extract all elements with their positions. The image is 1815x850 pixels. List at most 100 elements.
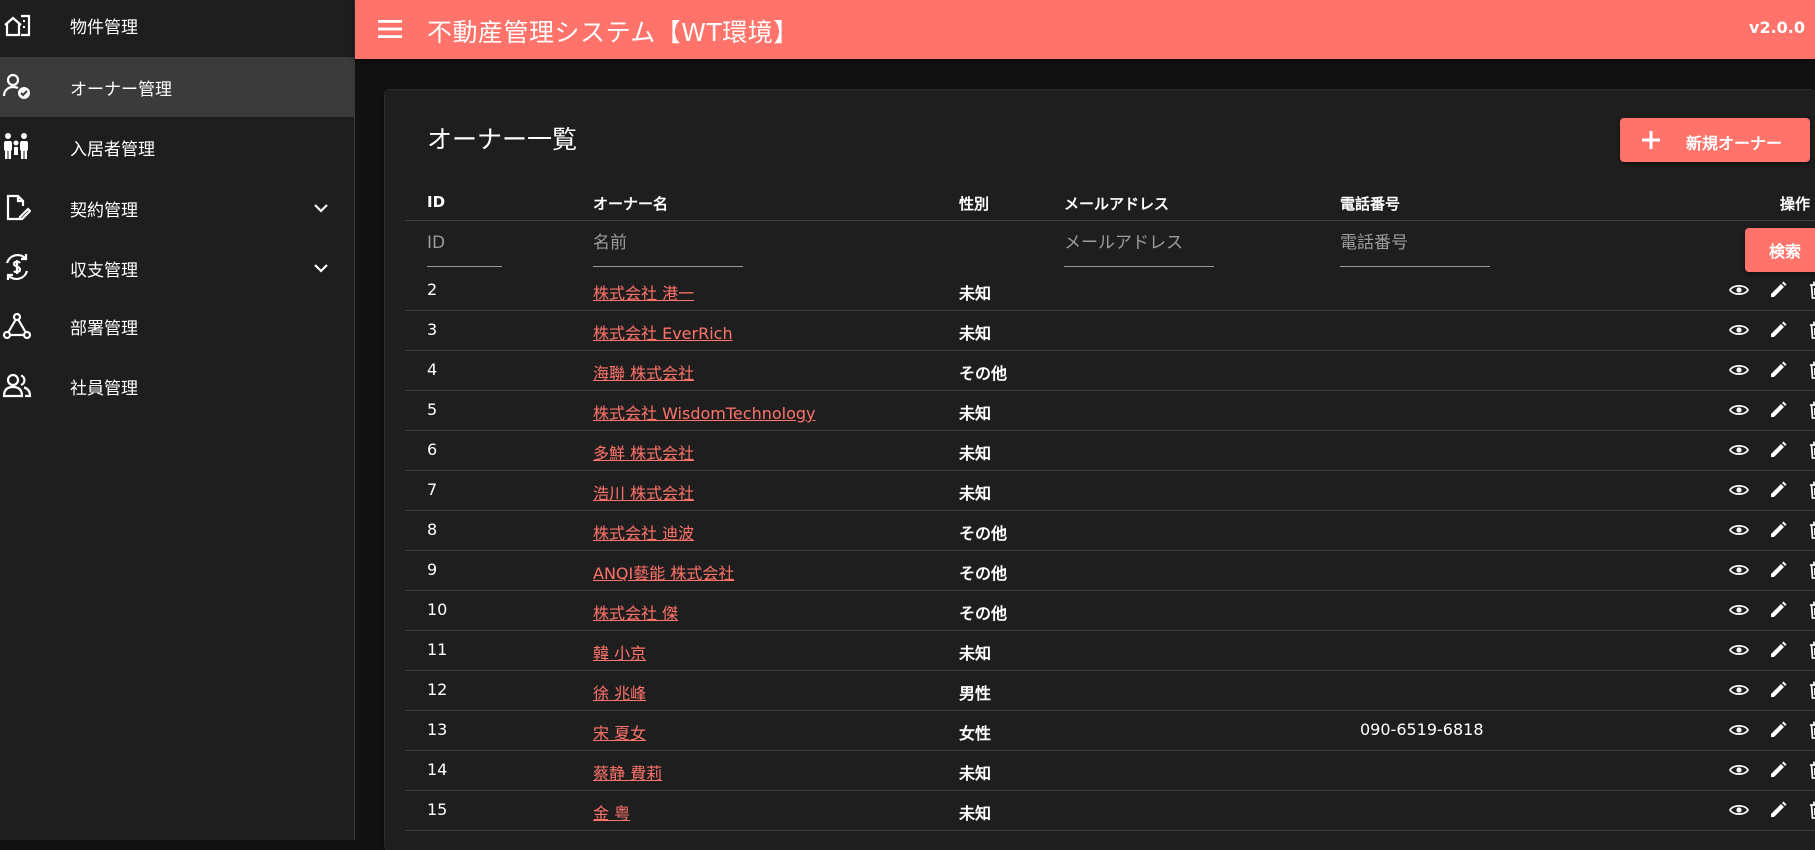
owner-name-link[interactable]: 多鮮 株式会社 [593,440,694,464]
edit-icon[interactable] [1767,600,1789,620]
id-filter-input[interactable] [427,220,502,267]
owner-name-link[interactable]: 徐 兆峰 [593,680,646,704]
owner-id: 15 [427,800,448,819]
delete-icon[interactable] [1805,800,1815,820]
sidebar-item-departments[interactable]: 部署管理 [0,296,354,356]
edit-icon[interactable] [1767,400,1789,420]
hierarchy-icon [0,311,34,341]
owner-name-link[interactable]: 海聯 株式会社 [593,360,694,384]
column-header-name[interactable]: オーナー名 [593,193,668,214]
owner-id: 3 [427,320,438,339]
sidebar-item-label: 物件管理 [70,17,138,38]
sidebar-item-staff[interactable]: 社員管理 [0,356,354,416]
owner-name-link[interactable]: 金 粤 [593,800,630,824]
column-header-phone[interactable]: 電話番号 [1340,193,1400,214]
delete-icon[interactable] [1805,560,1815,580]
column-header-actions: 操作 [1780,195,1811,213]
delete-icon[interactable] [1805,520,1815,540]
sidebar-item-finance[interactable]: 収支管理 [0,238,354,298]
owner-list-card: オーナー一覧 新規オーナー ID オーナー名 性別 メールアドレス 電話番号 操… [385,90,1815,850]
owner-name-link[interactable]: 浩川 株式会社 [593,480,694,504]
delete-icon[interactable] [1805,480,1815,500]
people-icon [0,371,34,401]
view-icon[interactable] [1728,520,1750,540]
sidebar-item-label: 収支管理 [70,260,138,281]
sidebar-item-contracts[interactable]: 契約管理 [0,178,354,238]
table-row: 9 ANQI藝能 株式会社 その他 [405,550,1815,591]
view-icon[interactable] [1728,640,1750,660]
delete-icon[interactable] [1805,400,1815,420]
edit-icon[interactable] [1767,520,1789,540]
owner-check-icon [0,71,34,101]
chevron-down-icon[interactable] [312,199,330,217]
name-filter-input[interactable] [593,220,743,267]
edit-icon[interactable] [1767,280,1789,300]
view-icon[interactable] [1728,360,1750,380]
add-owner-button[interactable]: 新規オーナー [1620,118,1810,162]
table-row: 5 株式会社 WisdomTechnology 未知 [405,390,1815,431]
view-icon[interactable] [1728,320,1750,340]
owner-name-link[interactable]: 株式会社 港一 [593,280,694,304]
email-filter-input[interactable] [1064,220,1214,267]
owner-name-link[interactable]: 株式会社 迪波 [593,520,694,544]
view-icon[interactable] [1728,600,1750,620]
owner-name-link[interactable]: 株式会社 傑 [593,600,678,624]
delete-icon[interactable] [1805,320,1815,340]
edit-icon[interactable] [1767,720,1789,740]
owner-name-link[interactable]: 韓 小京 [593,640,646,664]
delete-icon[interactable] [1805,680,1815,700]
edit-icon[interactable] [1767,360,1789,380]
edit-icon[interactable] [1767,440,1789,460]
edit-icon[interactable] [1767,800,1789,820]
owner-gender: 未知 [959,284,992,303]
sidebar-item-properties[interactable]: 物件管理 [0,0,354,50]
view-icon[interactable] [1728,480,1750,500]
column-header-email[interactable]: メールアドレス [1064,193,1169,214]
owner-id: 2 [427,280,438,299]
view-icon[interactable] [1728,760,1750,780]
delete-icon[interactable] [1805,360,1815,380]
view-icon[interactable] [1728,720,1750,740]
phone-filter-input[interactable] [1340,220,1490,267]
view-icon[interactable] [1728,800,1750,820]
delete-icon[interactable] [1805,640,1815,660]
table-row: 2 株式会社 港一 未知 [405,270,1815,311]
owner-gender: その他 [959,364,1008,383]
edit-icon[interactable] [1767,760,1789,780]
menu-icon[interactable] [377,16,403,42]
delete-icon[interactable] [1805,720,1815,740]
delete-icon[interactable] [1805,440,1815,460]
owner-name-link[interactable]: 株式会社 WisdomTechnology [593,400,816,424]
view-icon[interactable] [1728,440,1750,460]
delete-icon[interactable] [1805,760,1815,780]
owner-name-link[interactable]: 宋 夏女 [593,720,646,744]
edit-icon[interactable] [1767,320,1789,340]
owner-gender: 男性 [959,684,992,703]
edit-icon[interactable] [1767,680,1789,700]
owner-id: 9 [427,560,438,579]
owner-gender: 女性 [959,724,992,743]
column-header-gender[interactable]: 性別 [959,193,989,214]
edit-icon[interactable] [1767,480,1789,500]
owner-id: 11 [427,640,448,659]
owner-id: 6 [427,440,438,459]
sidebar-item-residents[interactable]: 入居者管理 [0,117,354,177]
sidebar-item-label: 部署管理 [70,318,138,339]
sidebar-item-owners[interactable]: オーナー管理 [0,57,354,117]
edit-icon[interactable] [1767,640,1789,660]
owner-name-link[interactable]: 株式会社 EverRich [593,320,733,344]
sidebar-item-label: オーナー管理 [70,79,172,100]
owner-name-link[interactable]: ANQI藝能 株式会社 [593,560,734,584]
chevron-down-icon[interactable] [312,259,330,277]
delete-icon[interactable] [1805,280,1815,300]
delete-icon[interactable] [1805,600,1815,620]
view-icon[interactable] [1728,680,1750,700]
column-header-id[interactable]: ID [427,193,445,211]
owner-name-link[interactable]: 蔡静 費莉 [593,760,662,784]
search-button[interactable]: 検索 [1745,228,1815,272]
view-icon[interactable] [1728,400,1750,420]
view-icon[interactable] [1728,280,1750,300]
edit-icon[interactable] [1767,560,1789,580]
view-icon[interactable] [1728,560,1750,580]
owner-gender: その他 [959,524,1008,543]
